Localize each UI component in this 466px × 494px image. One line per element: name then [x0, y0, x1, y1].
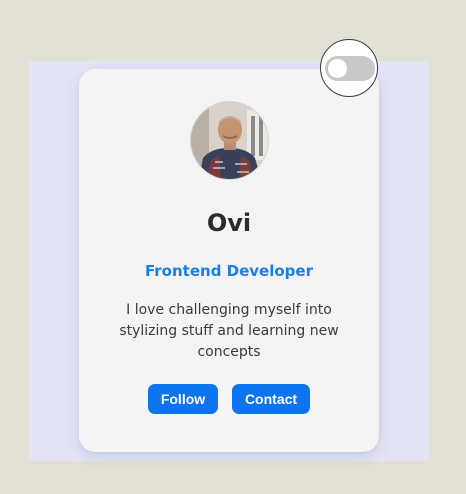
profile-card: Ovi Frontend Developer I love challengin…: [79, 69, 379, 452]
profile-actions: Follow Contact: [79, 384, 379, 414]
avatar-photo-icon: [191, 102, 268, 179]
theme-toggle[interactable]: [320, 39, 378, 97]
profile-name: Ovi: [206, 209, 252, 237]
toggle-track[interactable]: [325, 56, 375, 81]
contact-button[interactable]: Contact: [232, 384, 310, 414]
avatar: [190, 101, 269, 180]
follow-button[interactable]: Follow: [148, 384, 218, 414]
profile-role: Frontend Developer: [145, 262, 313, 280]
profile-bio: I love challenging myself into stylizing…: [119, 302, 339, 360]
toggle-knob[interactable]: [328, 59, 347, 78]
